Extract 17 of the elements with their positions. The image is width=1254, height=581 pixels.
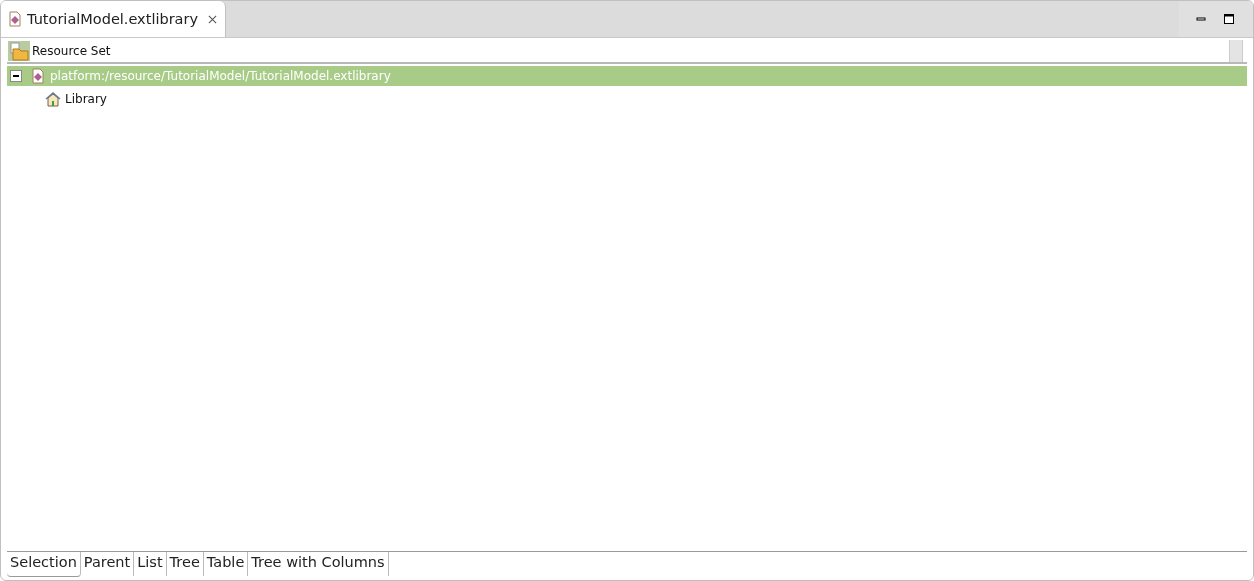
folder-icon	[8, 40, 30, 62]
close-icon[interactable]	[208, 14, 218, 24]
page-tab[interactable]: List	[134, 552, 167, 576]
page-tab[interactable]: Tree with Columns	[248, 552, 389, 576]
editor-tab[interactable]: TutorialModel.extlibrary	[1, 1, 227, 37]
tree-item[interactable]: Library	[42, 89, 1247, 109]
model-file-icon	[30, 68, 46, 84]
collapse-toggle-icon[interactable]	[10, 70, 22, 82]
page-tab[interactable]: Parent	[80, 552, 135, 576]
column-header[interactable]: Resource Set	[7, 40, 1247, 64]
house-icon	[45, 91, 61, 107]
page-tab[interactable]: Tree	[166, 552, 204, 576]
page-tab[interactable]: Selection	[7, 552, 81, 577]
page-tab[interactable]: Table	[203, 552, 249, 576]
resize-handle[interactable]	[1229, 40, 1243, 62]
model-file-icon	[7, 11, 23, 27]
maximize-icon[interactable]	[1223, 13, 1235, 25]
